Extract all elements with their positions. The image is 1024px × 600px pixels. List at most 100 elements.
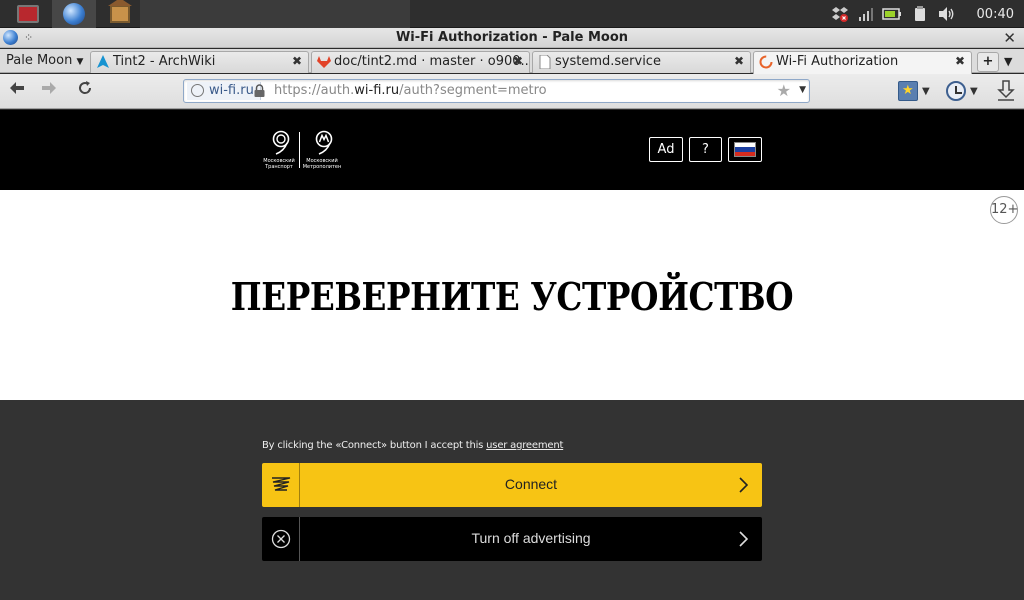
- bookmark-star-icon[interactable]: ★: [777, 81, 791, 100]
- taskbar-space: [140, 0, 410, 28]
- tab-label: Tint2 - ArchWiki: [113, 54, 216, 69]
- url-text[interactable]: https://auth.wi-fi.ru/auth?segment=metro: [274, 83, 547, 98]
- window-close-icon[interactable]: ✕: [1003, 29, 1016, 47]
- history-button[interactable]: ▼: [946, 80, 978, 102]
- back-button[interactable]: [6, 80, 28, 102]
- signal-icon: [859, 8, 873, 21]
- chevron-down-icon: ▼: [922, 85, 930, 97]
- app-menu-label: Pale Moon: [6, 53, 73, 68]
- chevron-down-icon: ▼: [970, 85, 978, 97]
- agreement-label: By clicking the «Connect» button I accep…: [262, 440, 487, 451]
- bookmarks-button[interactable]: ▼: [898, 80, 930, 102]
- tab-label: Wi-Fi Authorization: [776, 54, 899, 69]
- close-icon[interactable]: ✖: [292, 54, 302, 68]
- tab-gitlab-doc[interactable]: doc/tint2.md · master · o900... ✖: [311, 51, 530, 73]
- nav-toolbar: wi-fi.ru https://auth.wi-fi.ru/auth?segm…: [0, 74, 1024, 109]
- close-icon[interactable]: ✖: [955, 54, 965, 68]
- home-folder-icon: [108, 0, 132, 23]
- window-title: Wi-Fi Authorization - Pale Moon: [395, 30, 629, 45]
- gitlab-icon: [317, 56, 331, 68]
- close-icon[interactable]: ✖: [513, 54, 523, 68]
- age-rating-badge: 12+: [990, 196, 1018, 224]
- clipboard-icon: [915, 6, 925, 21]
- volume-icon: [939, 7, 954, 21]
- metro-logo-icon: [315, 130, 333, 155]
- close-icon[interactable]: ✖: [734, 54, 744, 68]
- url-path: /auth?segment=metro: [399, 83, 547, 98]
- page-icon: [539, 55, 551, 69]
- reload-button[interactable]: [74, 80, 96, 102]
- tab-label: systemd.service: [555, 54, 661, 69]
- tray-signal[interactable]: [855, 0, 875, 28]
- logo-left-caption: Московский Транспорт: [263, 158, 295, 170]
- logo-divider: [299, 132, 300, 168]
- window-titlebar[interactable]: ⁘ Wi-Fi Authorization - Pale Moon ✕: [0, 28, 1024, 48]
- tray-battery[interactable]: [880, 0, 904, 28]
- forward-button[interactable]: [38, 80, 60, 102]
- tray-clipboard[interactable]: [910, 0, 930, 28]
- arch-icon: [97, 55, 109, 68]
- identity-label: wi-fi.ru: [209, 83, 254, 98]
- task-browser[interactable]: [52, 0, 96, 28]
- terminal-icon: [17, 5, 39, 23]
- url-bar[interactable]: wi-fi.ru https://auth.wi-fi.ru/auth?segm…: [183, 79, 810, 103]
- loading-icon: [759, 55, 773, 69]
- url-prefix: https://auth.: [274, 83, 355, 98]
- history-clock-icon: [946, 81, 966, 101]
- task-home[interactable]: [98, 0, 142, 28]
- chevron-down-icon: ▼: [76, 57, 84, 67]
- tray-volume[interactable]: [935, 0, 959, 28]
- user-agreement-link[interactable]: user agreement: [486, 440, 563, 451]
- chevron-right-icon: [739, 477, 748, 493]
- connect-icon-cell: [262, 463, 300, 507]
- tab-tint2-archwiki[interactable]: Tint2 - ArchWiki ✖: [90, 51, 309, 73]
- tray-dropbox[interactable]: [830, 0, 850, 28]
- bookmarks-icon: [898, 81, 918, 101]
- forward-arrow-icon: [42, 82, 56, 94]
- tab-label: doc/tint2.md · master · o900...: [334, 54, 530, 69]
- battery-icon: [882, 8, 901, 20]
- url-domain: wi-fi.ru: [354, 83, 400, 98]
- ad-button[interactable]: Ad: [649, 137, 683, 162]
- rotate-device-headline: ПЕРЕВЕРНИТЕ УСТРОЙСТВО: [230, 274, 794, 319]
- adoff-icon-cell: [262, 517, 300, 561]
- lock-icon: [254, 84, 265, 97]
- close-circle-icon: [271, 529, 290, 549]
- taskbar-panel: 00:40: [0, 0, 1024, 28]
- tab-systemd-service[interactable]: systemd.service ✖: [532, 51, 751, 73]
- clock[interactable]: 00:40: [977, 0, 1014, 28]
- connect-label: Connect: [504, 476, 558, 492]
- transport-logo-icon: [272, 130, 290, 155]
- dropbox-icon: [832, 7, 848, 22]
- site-identity-button[interactable]: wi-fi.ru: [187, 82, 261, 100]
- agreement-text: By clicking the «Connect» button I accep…: [262, 440, 563, 451]
- russian-flag-icon: [734, 142, 756, 157]
- adoff-label: Turn off advertising: [471, 530, 591, 546]
- tab-wifi-authorization[interactable]: Wi-Fi Authorization ✖: [753, 51, 972, 74]
- help-button[interactable]: ?: [689, 137, 722, 162]
- language-button[interactable]: [728, 137, 762, 162]
- auth-panel: By clicking the «Connect» button I accep…: [0, 400, 1024, 600]
- browser-globe-icon: [63, 3, 85, 25]
- url-history-chevron-icon[interactable]: ▼: [799, 85, 806, 95]
- tab-list-chevron-icon[interactable]: ▼: [1004, 55, 1012, 68]
- tab-bar: Pale Moon ▼ Tint2 - ArchWiki ✖ doc/tint2…: [0, 49, 1024, 74]
- globe-icon: [191, 84, 204, 97]
- downloads-button[interactable]: [996, 80, 1016, 102]
- back-arrow-icon: [10, 82, 24, 94]
- flag-stripe-red: [735, 151, 755, 156]
- site-logo[interactable]: Московский Транспорт Московский Метропол…: [262, 130, 344, 172]
- logo-right-caption: Московский Метрополитен: [302, 158, 342, 170]
- site-header: Московский Транспорт Московский Метропол…: [0, 110, 1024, 190]
- content-area: 12+ ПЕРЕВЕРНИТЕ УСТРОЙСТВО: [0, 190, 1024, 400]
- app-menu-button[interactable]: Pale Moon ▼: [6, 53, 83, 68]
- turn-off-ads-button[interactable]: Turn off advertising: [262, 517, 762, 561]
- download-icon: [997, 80, 1015, 101]
- task-terminal[interactable]: [6, 0, 50, 28]
- web-page: Московский Транспорт Московский Метропол…: [0, 110, 1024, 600]
- connect-button[interactable]: Connect: [262, 463, 762, 507]
- reload-icon: [79, 81, 92, 94]
- new-tab-button[interactable]: +: [977, 52, 999, 72]
- wifi-squiggle-icon: [271, 477, 290, 491]
- chevron-right-icon: [739, 531, 748, 547]
